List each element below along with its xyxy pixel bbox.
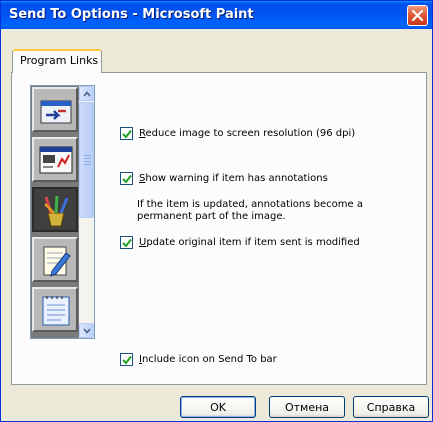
reduce-image-option[interactable]: Reduce image to screen resolution (96 dp… <box>120 127 355 140</box>
scroll-up-button[interactable] <box>79 86 94 101</box>
icon-list-item[interactable] <box>32 237 78 282</box>
grip-line <box>84 164 91 165</box>
tab-label: Program Links <box>20 54 99 67</box>
include-icon-option[interactable]: Include icon on Send To bar <box>120 353 277 366</box>
paint-brushes-icon <box>44 195 69 227</box>
icon-list-item[interactable] <box>32 287 78 332</box>
close-button[interactable] <box>407 5 428 26</box>
checkmark-icon <box>122 174 132 184</box>
grip-line <box>84 161 91 162</box>
scroll-thumb[interactable] <box>79 102 94 218</box>
update-original-checkbox[interactable] <box>120 236 133 249</box>
dialog-window: Send To Options - Microsoft Paint Progra… <box>0 0 433 422</box>
chevron-down-icon <box>82 327 91 334</box>
checkmark-icon <box>122 355 132 365</box>
show-warning-option[interactable]: Show warning if item has annotations <box>120 172 328 185</box>
annotation-info-text: If the item is updated, annotations beco… <box>137 199 363 222</box>
show-warning-label: Show warning if item has annotations <box>139 173 328 184</box>
include-icon-label: Include icon on Send To bar <box>139 354 277 365</box>
grip-line <box>84 158 91 159</box>
help-button[interactable]: Справка <box>353 396 429 418</box>
chevron-up-icon <box>82 90 91 97</box>
update-original-option[interactable]: Update original item if item sent is mod… <box>120 236 360 249</box>
ok-button[interactable]: OK <box>180 396 256 418</box>
presentation-chart-icon <box>39 146 73 174</box>
send-transfer-icon <box>40 100 72 124</box>
grip-line <box>84 155 91 156</box>
program-icon-list[interactable] <box>30 85 95 339</box>
show-warning-checkbox[interactable] <box>120 172 133 185</box>
window-title: Send To Options - Microsoft Paint <box>9 7 254 22</box>
icon-list-item-selected[interactable] <box>32 187 78 232</box>
close-icon <box>412 10 423 21</box>
title-bar[interactable]: Send To Options - Microsoft Paint <box>1 1 432 29</box>
checkmark-icon <box>122 129 132 139</box>
update-original-label: Update original item if item sent is mod… <box>139 237 360 248</box>
tab-program-links[interactable]: Program Links <box>12 49 102 73</box>
icon-list-item[interactable] <box>32 87 78 132</box>
cancel-button[interactable]: Отмена <box>269 396 345 418</box>
scroll-down-button[interactable] <box>79 323 94 338</box>
checkmark-icon <box>122 238 132 248</box>
notepad-pencil-icon <box>43 246 71 277</box>
reduce-image-label: Reduce image to screen resolution (96 dp… <box>139 128 356 139</box>
notebook-icon <box>42 296 70 326</box>
include-icon-checkbox[interactable] <box>120 353 133 366</box>
icon-list-item[interactable] <box>32 137 78 182</box>
reduce-image-checkbox[interactable] <box>120 127 133 140</box>
icon-list-scrollbar[interactable] <box>79 86 94 338</box>
